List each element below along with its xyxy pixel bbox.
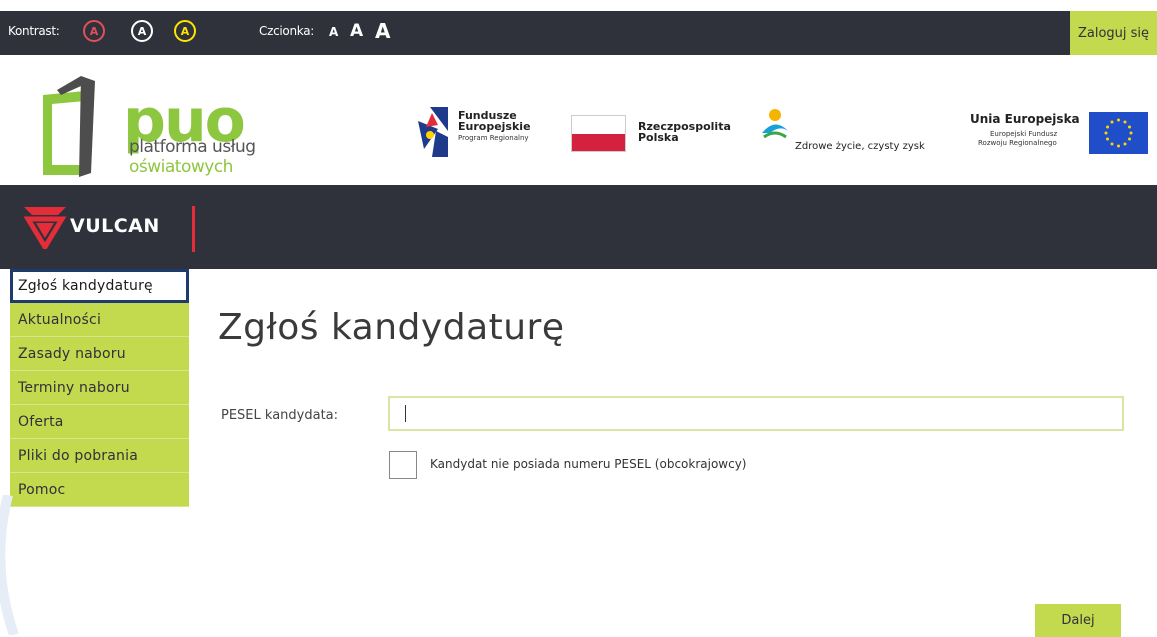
pesel-input[interactable] bbox=[388, 396, 1124, 431]
font-size-label: Czcionka: bbox=[259, 24, 314, 38]
sidebar-item-pomoc[interactable]: Pomoc bbox=[10, 473, 189, 507]
no-pesel-checkbox-label[interactable]: Kandydat nie posiada numeru PESEL (obcok… bbox=[430, 457, 747, 471]
font-size-medium-button[interactable]: A bbox=[350, 21, 363, 41]
ue-line3: Rozwoju Regionalnego bbox=[978, 139, 1057, 147]
text-caret bbox=[405, 405, 406, 422]
pesel-label: PESEL kandydata: bbox=[221, 408, 339, 423]
contrast-dark-button[interactable]: A bbox=[131, 20, 153, 42]
sidebar-item-zglos-kandydature[interactable]: Zgłoś kandydaturę bbox=[10, 269, 189, 303]
sidebar-item-zasady-naboru[interactable]: Zasady naboru bbox=[10, 337, 189, 371]
brand-bar: VULCAN bbox=[0, 185, 1157, 269]
login-button[interactable]: Zaloguj się bbox=[1070, 11, 1157, 55]
region-tagline: Zdrowe życie, czysty zysk bbox=[795, 141, 925, 152]
puo-subtitle-1: platforma usług bbox=[129, 137, 256, 157]
eu-flag-icon bbox=[1089, 112, 1148, 154]
sidebar-nav: Zgłoś kandydaturę Aktualności Zasady nab… bbox=[10, 269, 189, 507]
page-title: Zgłoś kandydaturę bbox=[218, 307, 565, 348]
regional-logo-icon bbox=[762, 109, 788, 139]
next-button[interactable]: Dalej bbox=[1035, 604, 1121, 637]
contrast-yellow-button[interactable]: A bbox=[174, 20, 196, 42]
fundusze-europejskie-icon bbox=[418, 107, 448, 157]
brand-separator bbox=[192, 206, 195, 252]
ue-line2: Europejski Fundusz bbox=[990, 130, 1058, 138]
vulcan-logo-icon bbox=[23, 207, 67, 249]
contrast-label: Kontrast: bbox=[8, 24, 60, 38]
puo-frame-icon bbox=[43, 76, 95, 177]
font-size-small-button[interactable]: A bbox=[329, 25, 338, 39]
logo-band: puo platforma usług oświatowych Fundusze… bbox=[0, 55, 1157, 185]
fe-line2: Europejskie bbox=[458, 120, 531, 133]
decorative-arc bbox=[0, 495, 19, 635]
sidebar-item-aktualnosci[interactable]: Aktualności bbox=[10, 303, 189, 337]
font-size-large-button[interactable]: A bbox=[375, 19, 390, 43]
fe-line3: Program Regionalny bbox=[458, 134, 529, 142]
rp-line2: Polska bbox=[638, 131, 679, 144]
vulcan-wordmark: VULCAN bbox=[70, 215, 160, 237]
ue-line1: Unia Europejska bbox=[970, 112, 1080, 126]
sidebar-item-oferta[interactable]: Oferta bbox=[10, 405, 189, 439]
no-pesel-checkbox[interactable] bbox=[389, 451, 417, 479]
accessibility-bar: Kontrast: A A A Czcionka: A A A Zaloguj … bbox=[0, 11, 1157, 55]
polish-flag-icon bbox=[571, 115, 626, 152]
puo-subtitle-2: oświatowych bbox=[129, 157, 233, 177]
sidebar-item-terminy-naboru[interactable]: Terminy naboru bbox=[10, 371, 189, 405]
sidebar-item-pliki-do-pobrania[interactable]: Pliki do pobrania bbox=[10, 439, 189, 473]
contrast-default-button[interactable]: A bbox=[83, 20, 105, 42]
